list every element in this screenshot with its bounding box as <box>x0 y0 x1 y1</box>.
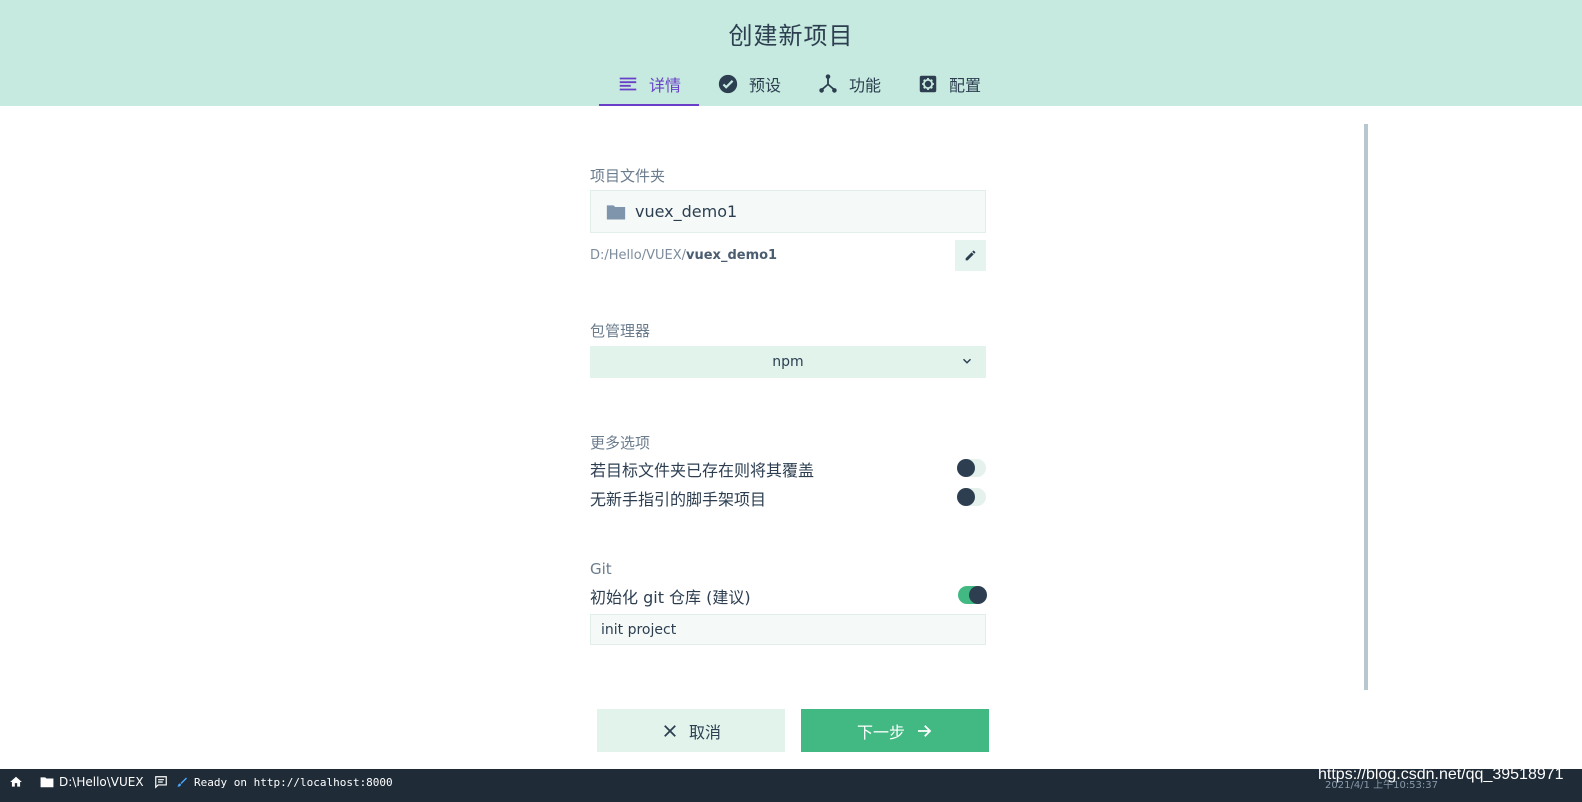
project-folder-value: vuex_demo1 <box>635 202 738 221</box>
folder-icon <box>606 204 626 219</box>
header: 创建新项目 详情 预设 功能 配置 <box>0 0 1582 106</box>
tab-details-label: 详情 <box>649 76 682 95</box>
option-no-guide-row: 无新手指引的脚手架项目 <box>590 487 986 509</box>
cwd-label: D:\Hello\VUEX <box>59 775 144 789</box>
arrow-right-icon <box>918 724 932 737</box>
tab-config-label: 配置 <box>949 76 982 95</box>
tab-details[interactable]: 详情 <box>599 64 700 106</box>
check-circle-icon <box>718 74 738 94</box>
option-overwrite-label: 若目标文件夹已存在则将其覆盖 <box>590 461 815 480</box>
page-title: 创建新项目 <box>728 22 854 50</box>
package-manager-select[interactable]: npm <box>590 346 986 378</box>
settings-icon <box>919 75 937 93</box>
home-icon <box>10 776 22 787</box>
details-icon <box>619 77 637 91</box>
cwd-button[interactable]: D:\Hello\VUEX <box>40 769 144 795</box>
commit-message-input[interactable] <box>590 614 986 645</box>
package-manager-value: npm <box>772 354 804 370</box>
tab-features-label: 功能 <box>849 76 882 95</box>
chevron-down-icon <box>962 358 972 364</box>
overwrite-toggle[interactable] <box>957 459 986 477</box>
cancel-button-label: 取消 <box>688 722 721 742</box>
edit-path-button[interactable] <box>955 240 986 271</box>
option-overwrite-row: 若目标文件夹已存在则将其覆盖 <box>590 458 986 480</box>
features-icon <box>819 74 837 93</box>
log-message: Ready on http://localhost:8000 <box>194 775 393 789</box>
folder-section-label: 项目文件夹 <box>590 167 666 185</box>
more-options-label: 更多选项 <box>590 434 651 452</box>
scrollbar[interactable] <box>1364 124 1368 690</box>
path-prefix: D:/Hello/VUEX/ <box>590 248 687 263</box>
close-icon <box>664 724 676 737</box>
next-button[interactable]: 下一步 <box>801 709 989 752</box>
path-name: vuex_demo1 <box>686 248 778 263</box>
brush-icon <box>177 777 187 787</box>
project-folder-field[interactable]: vuex_demo1 <box>590 190 986 233</box>
toggle-knob <box>969 586 987 604</box>
git-section-label: Git <box>590 560 612 578</box>
no-guide-toggle[interactable] <box>957 488 986 506</box>
tab-presets[interactable]: 预设 <box>699 64 799 106</box>
git-init-label: 初始化 git 仓库 (建议) <box>590 588 751 607</box>
home-button[interactable] <box>9 769 23 795</box>
tab-config[interactable]: 配置 <box>899 64 999 106</box>
folder-icon <box>40 777 54 788</box>
package-manager-label: 包管理器 <box>590 322 651 340</box>
option-no-guide-label: 无新手指引的脚手架项目 <box>590 490 767 509</box>
git-init-toggle[interactable] <box>958 586 987 604</box>
watermark-url: https://blog.csdn.net/qq_39518971 <box>1318 766 1564 783</box>
next-button-label: 下一步 <box>856 722 905 742</box>
tab-features[interactable]: 功能 <box>799 64 899 106</box>
toggle-knob <box>957 459 975 477</box>
log-button[interactable]: Ready on http://localhost:8000 <box>154 769 393 795</box>
tab-bar: 详情 预设 功能 配置 <box>599 64 999 106</box>
message-icon <box>155 776 167 789</box>
cancel-button[interactable]: 取消 <box>597 709 785 752</box>
git-init-row: 初始化 git 仓库 (建议) <box>590 585 987 607</box>
pencil-icon <box>965 250 976 261</box>
tab-presets-label: 预设 <box>749 76 782 95</box>
toggle-knob <box>957 488 975 506</box>
project-path: D:/Hello/VUEX/vuex_demo1 <box>590 248 777 263</box>
